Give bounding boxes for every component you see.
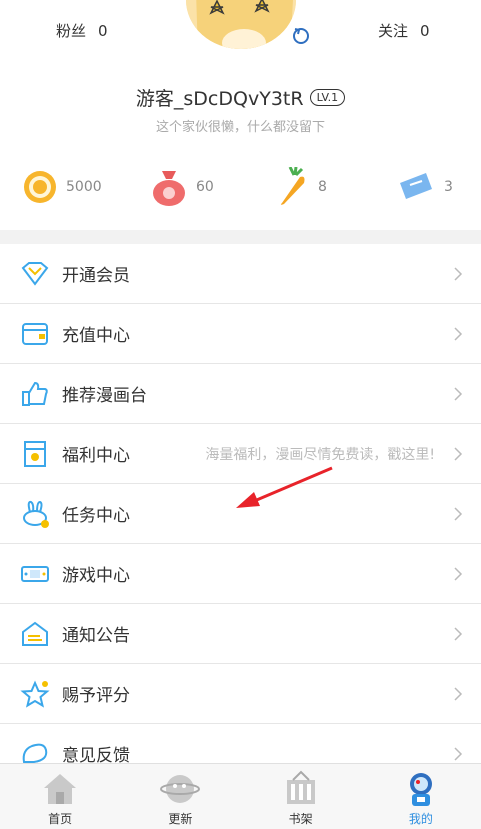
carrot-icon <box>280 167 305 205</box>
carrot-value: 8 <box>318 179 327 195</box>
menu-item-tasks[interactable]: 任务中心 <box>0 484 481 544</box>
ticket-asset[interactable]: 3 <box>396 165 453 209</box>
wallet-icon <box>22 323 48 345</box>
username: 游客_sDcDQvY3tR <box>135 88 304 110</box>
profile-header: 粉丝 0 关注 0 游客_sDcDQvY3tR LV.1 这个家伙很懒，什么都没留下 <box>0 0 481 230</box>
chevron-right-icon <box>454 567 463 581</box>
home-icon <box>44 774 77 804</box>
chevron-right-icon <box>454 687 463 701</box>
menu-item-recommend[interactable]: 推荐漫画台 <box>0 364 481 424</box>
level-badge: LV.1 <box>309 89 346 106</box>
menu-label: 充值中心 <box>62 326 130 346</box>
bottom-tab-bar: 首页 更新 书架 我的 <box>0 763 481 829</box>
bunny-icon <box>23 500 49 528</box>
tab-updates[interactable]: 更新 <box>120 764 240 829</box>
fans-stat[interactable]: 粉丝 0 <box>56 20 108 41</box>
diamond-icon <box>21 262 49 286</box>
astronaut-icon <box>409 773 432 806</box>
signature: 这个家伙很懒，什么都没留下 <box>155 120 325 135</box>
menu-label: 推荐漫画台 <box>62 386 147 406</box>
menu-list: 开通会员 充值中心 推荐漫画台 福利中心 海量福利，漫画尽情免费读，戳这里! 任… <box>0 244 481 784</box>
chevron-right-icon <box>454 627 463 641</box>
money-bag-icon <box>153 171 185 206</box>
chevron-right-icon <box>454 327 463 341</box>
avatar[interactable] <box>183 0 299 52</box>
coin-value: 5000 <box>66 179 102 195</box>
menu-label: 任务中心 <box>62 506 130 526</box>
assets-row: 5000 60 8 3 <box>0 165 481 209</box>
section-gap <box>0 230 481 244</box>
menu-label: 福利中心 <box>62 446 130 466</box>
menu-item-recharge[interactable]: 充值中心 <box>0 304 481 364</box>
notice-icon <box>22 621 48 646</box>
chevron-right-icon <box>454 267 463 281</box>
menu-item-notices[interactable]: 通知公告 <box>0 604 481 664</box>
follow-stat[interactable]: 关注 0 <box>378 20 430 41</box>
ticket-value: 3 <box>444 179 453 195</box>
game-icon <box>21 566 49 582</box>
switch-avatar-icon[interactable] <box>290 24 312 46</box>
menu-item-games[interactable]: 游戏中心 <box>0 544 481 604</box>
coin-asset[interactable]: 5000 <box>22 165 102 209</box>
follow-label: 关注 <box>378 22 409 40</box>
chevron-right-icon <box>454 447 463 461</box>
fans-label: 粉丝 <box>56 22 87 40</box>
menu-label: 赐予评分 <box>62 686 130 706</box>
menu-item-rate[interactable]: 赐予评分 <box>0 664 481 724</box>
menu-item-vip[interactable]: 开通会员 <box>0 244 481 304</box>
star-icon <box>20 680 50 708</box>
tab-mine[interactable]: 我的 <box>361 764 481 829</box>
tab-label: 首页 <box>48 812 73 826</box>
menu-item-welfare[interactable]: 福利中心 海量福利，漫画尽情免费读，戳这里! <box>0 424 481 484</box>
money-bag-asset[interactable]: 60 <box>150 165 214 209</box>
menu-hint: 海量福利，漫画尽情免费读，戳这里! <box>205 446 435 463</box>
money-bag-value: 60 <box>196 179 214 195</box>
gift-envelope-icon <box>24 441 46 467</box>
tab-label: 更新 <box>168 812 193 826</box>
tab-home[interactable]: 首页 <box>0 764 120 829</box>
menu-label: 游戏中心 <box>62 566 130 586</box>
carrot-asset[interactable]: 8 <box>276 165 327 209</box>
ticket-icon <box>400 173 432 199</box>
tab-label: 我的 <box>408 812 433 826</box>
username-row: 游客_sDcDQvY3tR LV.1 <box>0 84 481 111</box>
chevron-right-icon <box>454 387 463 401</box>
planet-icon <box>160 775 201 803</box>
fans-count: 0 <box>98 22 108 40</box>
tab-label: 书架 <box>288 812 313 826</box>
follow-count: 0 <box>420 22 430 40</box>
menu-label: 通知公告 <box>62 626 130 646</box>
chevron-right-icon <box>454 747 463 761</box>
menu-label: 开通会员 <box>62 266 130 286</box>
tab-bookshelf[interactable]: 书架 <box>241 764 361 829</box>
bookshelf-icon <box>286 770 315 804</box>
coin-icon <box>24 171 56 203</box>
thumbs-up-icon <box>22 381 48 406</box>
chevron-right-icon <box>454 507 463 521</box>
